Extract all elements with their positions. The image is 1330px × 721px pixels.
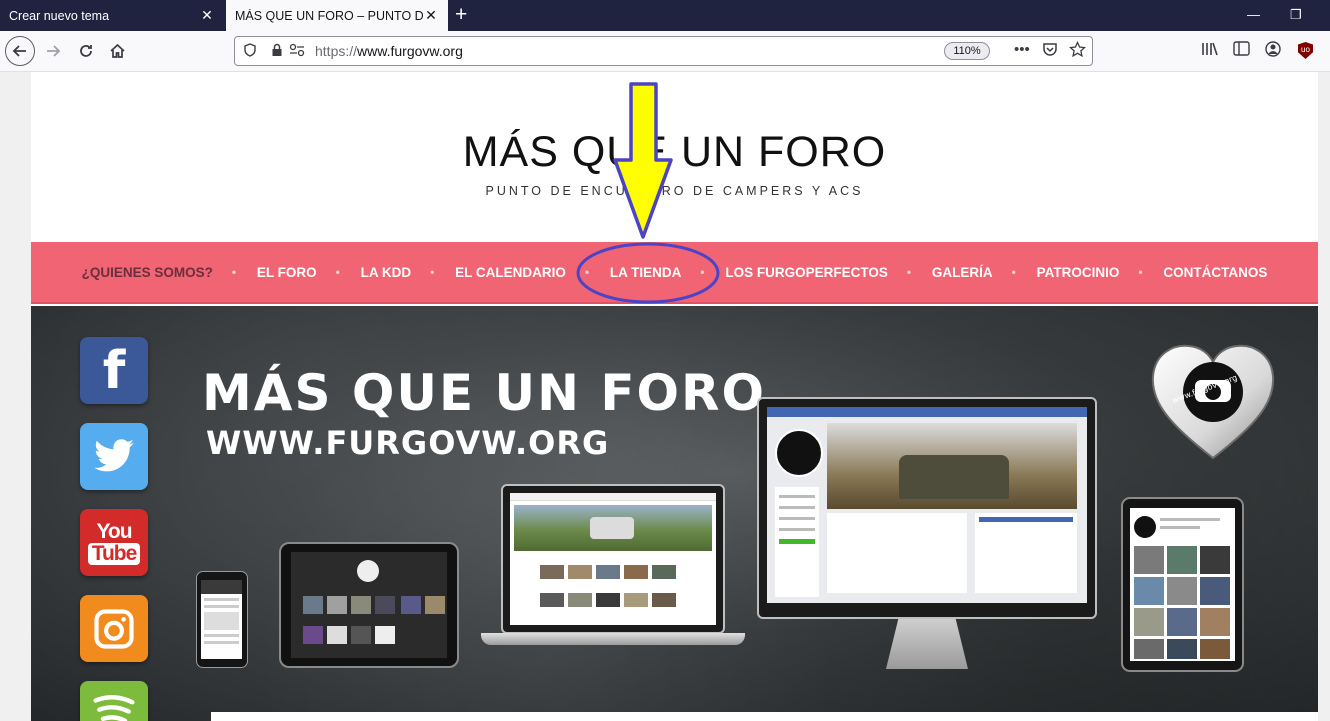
profile-sidebar xyxy=(775,487,819,597)
banner-subheadline: WWW.FURGOVW.ORG xyxy=(206,424,610,462)
youtube-icon: You Tube xyxy=(80,509,148,576)
instagram-icon xyxy=(80,595,148,662)
nav-item-la-tienda[interactable]: LA TIENDA xyxy=(585,265,704,280)
facebook-topbar xyxy=(767,407,1087,417)
url-host: www.furgovw.org xyxy=(357,43,463,59)
youtube-logo-text: You xyxy=(96,519,132,543)
laptop-mockup xyxy=(501,484,725,634)
tablet-landscape-mockup xyxy=(279,542,459,668)
site-title[interactable]: MÁS QUE UN FORO xyxy=(31,128,1318,177)
nav-item-los-furgoperfectos[interactable]: LOS FURGOPERFECTOS xyxy=(700,265,910,280)
tab-title: Crear nuevo tema xyxy=(9,8,110,23)
site-container: MÁS QUE UN FORO PUNTO DE ENCUENTRO DE CA… xyxy=(31,72,1318,721)
forward-arrow-icon[interactable] xyxy=(39,37,67,65)
close-icon[interactable]: ✕ xyxy=(423,7,439,24)
community-box xyxy=(975,513,1077,593)
url-protocol: https:// xyxy=(315,43,358,59)
pocket-icon[interactable] xyxy=(1042,41,1058,61)
tab-mas-que-un-foro[interactable]: MÁS QUE UN FORO – PUNTO DE ENCUENTRO DE … xyxy=(226,0,448,31)
star-bookmark-icon[interactable] xyxy=(1069,40,1086,62)
plus-icon[interactable]: + xyxy=(455,4,467,26)
main-navigation: ¿QUIENES SOMOS? EL FORO LA KDD EL CALEND… xyxy=(31,242,1318,304)
heart-logo-icon: www.furgovw.org xyxy=(1151,344,1275,460)
tab-title: MÁS QUE UN FORO – PUNTO DE ENCUENTRO DE … xyxy=(235,8,423,23)
reload-icon[interactable] xyxy=(72,37,100,65)
content-area-start xyxy=(211,712,1318,721)
nav-item-contactanos[interactable]: CONTÁCTANOS xyxy=(1138,265,1289,280)
tab-crear-nuevo-tema[interactable]: Crear nuevo tema ✕ xyxy=(0,0,224,31)
nav-item-patrocinio[interactable]: PATROCINIO xyxy=(1012,265,1142,280)
laptop-base xyxy=(481,633,745,645)
spotify-icon xyxy=(80,681,148,721)
main-nav-list: ¿QUIENES SOMOS? EL FORO LA KDD EL CALEND… xyxy=(31,242,1318,302)
youtube-logo-tube: Tube xyxy=(87,542,141,565)
tablet-landscape-screen xyxy=(291,552,447,658)
laptop-screen xyxy=(510,493,716,625)
back-arrow-icon[interactable] xyxy=(5,36,35,66)
tracking-protection-shield-icon[interactable] xyxy=(244,43,256,60)
phone-mockup xyxy=(196,571,248,668)
phone-screen xyxy=(201,580,242,659)
profile-photo xyxy=(775,429,823,477)
banner-headline: MÁS QUE UN FORO xyxy=(202,364,767,422)
monitor-screen xyxy=(767,407,1087,603)
url-text[interactable]: https://www.furgovw.org xyxy=(315,43,463,59)
nav-item-quienes-somos[interactable]: ¿QUIENES SOMOS? xyxy=(60,265,235,280)
minimize-icon[interactable]: — xyxy=(1247,7,1260,22)
page-viewport: MÁS QUE UN FORO PUNTO DE ENCUENTRO DE CA… xyxy=(0,72,1330,721)
site-tagline: PUNTO DE ENCUENTRO DE CAMPERS Y ACS xyxy=(485,184,864,198)
nav-item-el-foro[interactable]: EL FORO xyxy=(232,265,339,280)
facebook-icon: f xyxy=(80,337,148,404)
library-icon[interactable] xyxy=(1201,41,1219,61)
monitor-stand xyxy=(886,619,968,669)
tablet-portrait-mockup xyxy=(1121,497,1244,672)
nav-item-la-kdd[interactable]: LA KDD xyxy=(336,265,434,280)
nav-item-el-calendario[interactable]: EL CALENDARIO xyxy=(430,265,588,280)
tab-bar: Crear nuevo tema ✕ MÁS QUE UN FORO – PUN… xyxy=(0,0,1330,31)
url-bar[interactable]: https://www.furgovw.org 110% ••• xyxy=(234,36,1093,66)
account-icon[interactable] xyxy=(1265,41,1281,61)
sidebar-icon[interactable] xyxy=(1233,41,1250,60)
navigation-toolbar: https://www.furgovw.org 110% ••• uo xyxy=(0,31,1330,72)
twitter-icon xyxy=(80,423,148,490)
ublock-origin-icon[interactable]: uo xyxy=(1298,42,1313,59)
zoom-level-badge[interactable]: 110% xyxy=(944,42,990,60)
close-icon[interactable]: ✕ xyxy=(199,7,215,24)
permissions-icon[interactable] xyxy=(289,43,305,60)
tablet-portrait-screen xyxy=(1130,508,1235,661)
restore-icon[interactable]: ❐ xyxy=(1290,7,1302,23)
nav-item-galeria[interactable]: GALERÍA xyxy=(907,265,1015,280)
home-icon[interactable] xyxy=(103,37,131,65)
hero-banner[interactable]: MÁS QUE UN FORO WWW.FURGOVW.ORG f You Tub… xyxy=(31,306,1318,721)
desktop-monitor-mockup xyxy=(757,397,1097,619)
post-composer xyxy=(827,513,967,593)
van-shape xyxy=(899,455,1009,499)
more-actions-icon[interactable]: ••• xyxy=(1014,41,1030,58)
lock-icon[interactable] xyxy=(271,43,283,60)
